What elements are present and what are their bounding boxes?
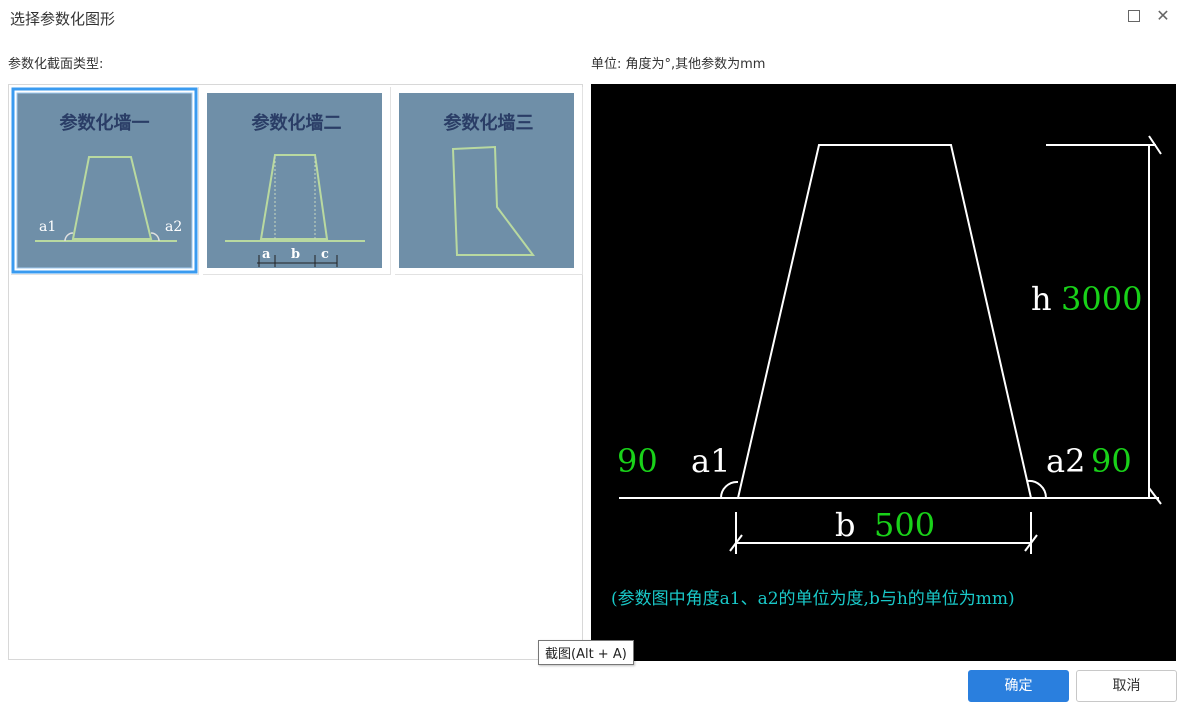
label-a2: a2 (165, 219, 182, 235)
unit-note: (参数图中角度a1、a2的单位为度,b与h的单位为mm) (611, 589, 1015, 609)
label-a1: a1 (39, 219, 56, 235)
h-value: 3000 (1061, 280, 1142, 318)
a1-value: 90 (617, 442, 658, 480)
wall-parameter-diagram: h 3000 90 a1 a2 90 b 500 (参数图中角度a1、a2的单位… (611, 135, 1162, 609)
thumbnail-title: 参数化墙一 (59, 113, 150, 134)
label-a: a (262, 247, 271, 262)
thumbnail-wall-3[interactable]: 参数化墙三 (395, 87, 583, 275)
b-label: b (835, 506, 855, 544)
h-label: h (1031, 280, 1052, 318)
a2-value: 90 (1091, 442, 1132, 480)
unit-label: 单位: 角度为°,其他参数为mm (591, 57, 766, 72)
parameter-preview: h 3000 90 a1 a2 90 b 500 (参数图中角度a1、a2的单位… (591, 84, 1176, 661)
a1-label: a1 (691, 442, 730, 480)
thumbnail-wall-2[interactable]: a b c 参数化墙二 (203, 87, 391, 275)
label-b: b (291, 247, 300, 262)
thumbnail-title: 参数化墙二 (251, 113, 342, 134)
b-value: 500 (874, 506, 935, 544)
section-type-list: a1 a2 参数化墙一 a b c 参数化墙二 参数化墙三 (8, 84, 583, 660)
thumbnail-title: 参数化墙三 (443, 113, 534, 134)
section-type-label: 参数化截面类型: (8, 57, 104, 72)
ok-button[interactable]: 确定 (968, 670, 1069, 702)
dialog-title: 选择参数化图形 (10, 10, 116, 28)
close-icon[interactable]: ✕ (1153, 6, 1173, 26)
a2-label: a2 (1046, 442, 1085, 480)
maximize-icon[interactable] (1124, 6, 1144, 26)
label-c: c (321, 247, 329, 262)
cancel-button[interactable]: 取消 (1076, 670, 1177, 702)
screenshot-tooltip: 截图(Alt + A) (538, 640, 634, 665)
thumbnail-wall-1[interactable]: a1 a2 参数化墙一 (11, 87, 199, 275)
